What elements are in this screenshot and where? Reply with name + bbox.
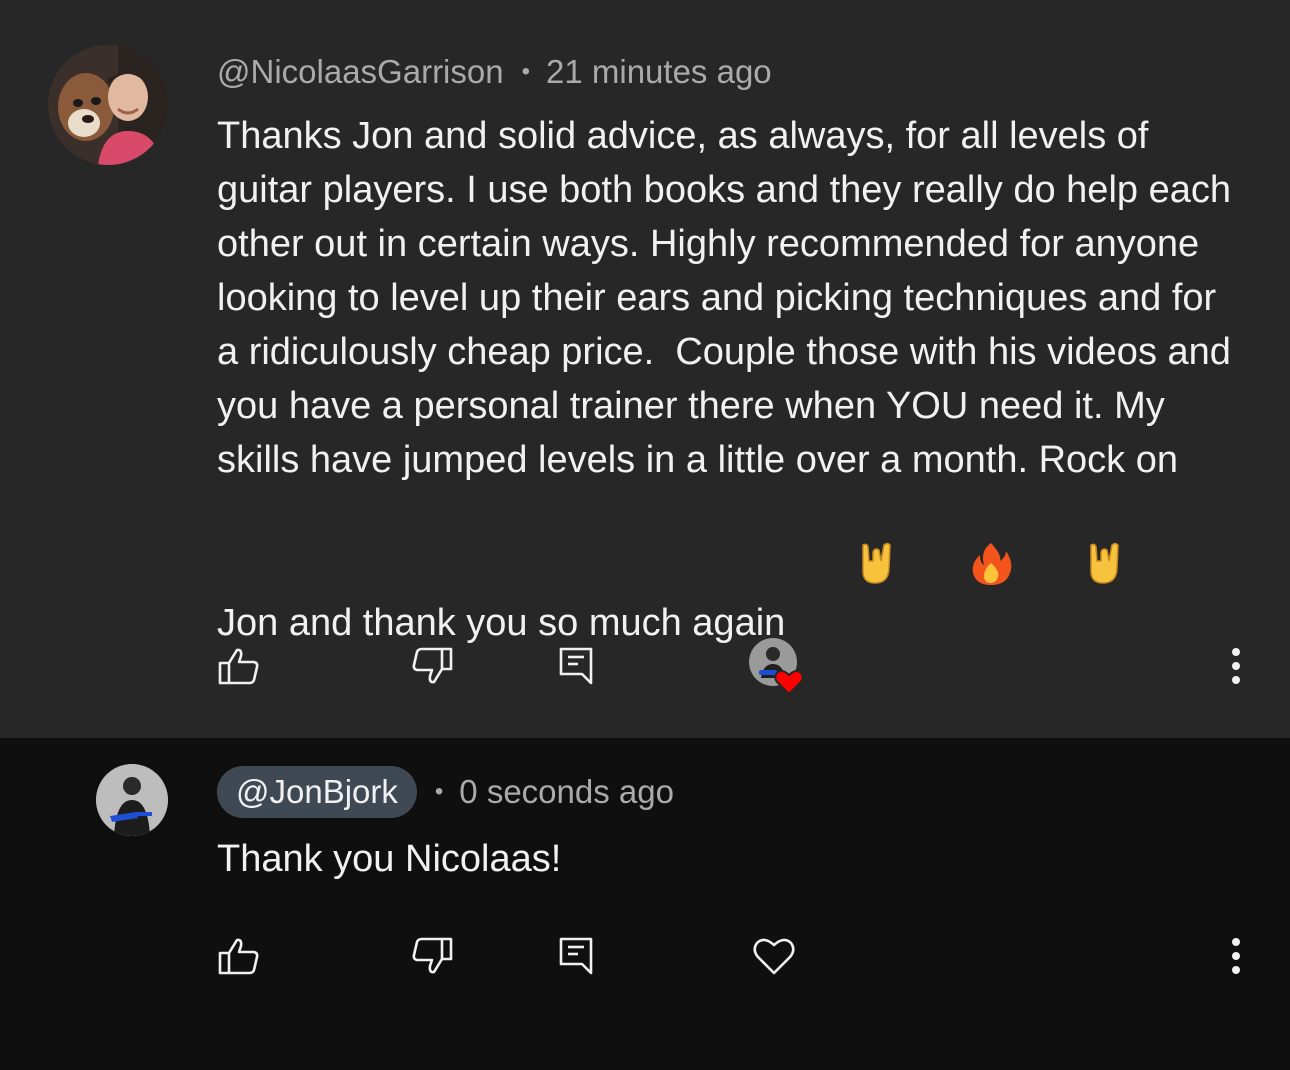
rock-on-emoji-icon xyxy=(1022,487,1125,656)
dislike-button[interactable] xyxy=(402,636,462,696)
reply-button[interactable] xyxy=(546,636,606,696)
reply-comment: @JonBjork • 0 seconds ago Thank you Nico… xyxy=(0,738,1290,1070)
thumbs-down-icon xyxy=(412,937,453,974)
reply-icon xyxy=(559,647,593,685)
creator-heart-badge[interactable] xyxy=(742,636,812,696)
creator-heart-icon xyxy=(749,638,804,696)
top-comment: @NicolaasGarrison • 21 minutes ago Thank… xyxy=(0,0,1290,738)
thumbs-up-icon xyxy=(218,938,259,975)
heart-button[interactable] xyxy=(744,926,804,986)
dislike-button[interactable] xyxy=(402,926,462,986)
timestamp[interactable]: 21 minutes ago xyxy=(546,53,772,91)
comment-header: @NicolaasGarrison • 21 minutes ago xyxy=(217,50,772,94)
comment-text: Thank you Nicolaas! xyxy=(217,832,1247,886)
comment-header: @JonBjork • 0 seconds ago xyxy=(217,766,674,818)
comment-text: Thanks Jon and solid advice, as always, … xyxy=(217,109,1247,656)
rock-on-emoji-icon xyxy=(793,487,896,656)
comment-actions xyxy=(0,926,1290,986)
reply-icon xyxy=(559,937,593,975)
separator-dot: • xyxy=(521,58,530,85)
avatar-jonbjork[interactable] xyxy=(96,764,168,836)
comment-actions xyxy=(0,636,1290,696)
thumbs-up-icon xyxy=(218,648,259,685)
like-button[interactable] xyxy=(209,636,269,696)
like-button[interactable] xyxy=(209,926,269,986)
fire-emoji-icon xyxy=(905,487,1014,656)
reply-button[interactable] xyxy=(546,926,606,986)
separator-dot: • xyxy=(434,778,444,805)
more-vertical-icon xyxy=(1232,938,1240,974)
timestamp[interactable]: 0 seconds ago xyxy=(459,773,674,811)
more-vertical-icon xyxy=(1232,648,1240,684)
avatar-nicolaas[interactable] xyxy=(48,45,168,165)
author-name-chip[interactable]: @JonBjork xyxy=(217,766,417,818)
heart-icon xyxy=(753,938,795,975)
author-name[interactable]: @NicolaasGarrison xyxy=(217,53,504,91)
more-options-button[interactable] xyxy=(1206,926,1266,986)
comment-body: Thank you Nicolaas! xyxy=(217,838,562,880)
more-options-button[interactable] xyxy=(1206,636,1266,696)
thumbs-down-icon xyxy=(412,647,453,684)
